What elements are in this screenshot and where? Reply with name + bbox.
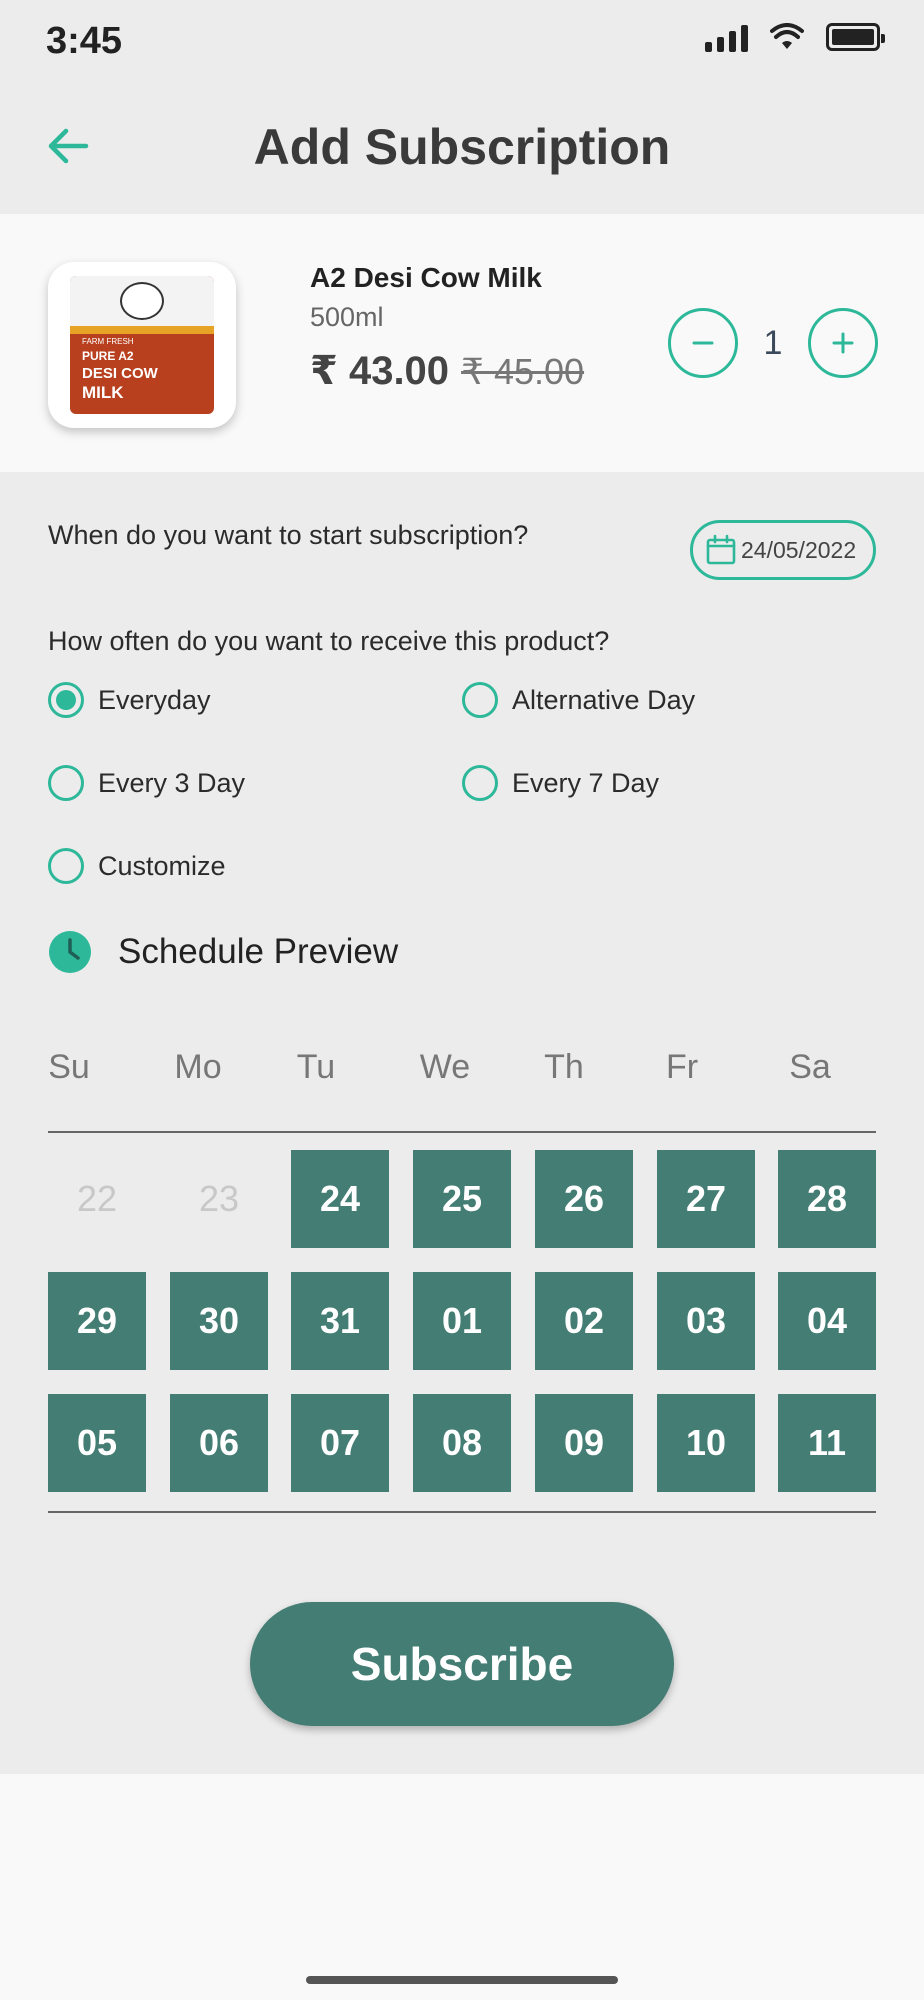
weekday-label: Su (48, 1048, 90, 1086)
product-old-price: ₹ 45.00 (461, 351, 585, 392)
status-time: 3:45 (46, 20, 123, 62)
pack-text-line1: FARM FRESH (82, 337, 134, 346)
option-label: Every 7 Day (512, 767, 660, 798)
clock-icon (49, 931, 91, 973)
option-label: Everyday (98, 684, 211, 715)
calendar-day-scheduled: 30 (170, 1272, 268, 1370)
increment-button[interactable] (808, 308, 878, 378)
option-alternative-day[interactable]: Alternative Day (462, 682, 695, 718)
option-every-7-day[interactable]: Every 7 Day (462, 765, 659, 801)
pack-text-line3: DESI COW (82, 365, 158, 382)
calendar-day-scheduled: 07 (291, 1394, 389, 1492)
calendar-day-inactive: 22 (76, 1178, 118, 1219)
product-price: ₹ 43.00 (310, 349, 450, 393)
calendar-day-scheduled: 25 (413, 1150, 511, 1248)
quantity-stepper: 1 (668, 308, 878, 378)
signal-icon (705, 22, 748, 52)
calendar-day-scheduled: 06 (170, 1394, 268, 1492)
status-bar: 3:45 (0, 0, 924, 88)
calendar-day-scheduled: 29 (48, 1272, 146, 1370)
radio-selected[interactable] (48, 682, 84, 718)
weekday-label: Mo (174, 1048, 222, 1086)
calendar-day-scheduled: 24 (291, 1150, 389, 1248)
weekday-label: Fr (665, 1048, 699, 1086)
weekday-label: Sa (789, 1048, 831, 1086)
home-indicator (306, 1976, 618, 1984)
radio-unselected[interactable] (462, 765, 498, 801)
calendar-day-scheduled: 04 (778, 1272, 876, 1370)
radio-unselected[interactable] (48, 765, 84, 801)
calendar-day-scheduled: 02 (535, 1272, 633, 1370)
subscribe-button[interactable]: Subscribe (250, 1602, 674, 1726)
frequency-question: How often do you want to receive this pr… (48, 626, 610, 656)
calendar-day-scheduled: 10 (657, 1394, 755, 1492)
calendar-day-scheduled: 09 (535, 1394, 633, 1492)
calendar-day-scheduled: 03 (657, 1272, 755, 1370)
option-label: Every 3 Day (98, 767, 246, 798)
calendar-icon (706, 534, 736, 565)
plus-icon (832, 332, 854, 354)
radio-unselected[interactable] (48, 848, 84, 884)
calendar-day-inactive: 23 (198, 1178, 240, 1219)
calendar-day-scheduled: 01 (413, 1272, 511, 1370)
calendar-top-divider (48, 1131, 876, 1133)
minus-icon (692, 341, 714, 345)
bottom-area (0, 1774, 924, 2000)
option-customize[interactable]: Customize (48, 848, 226, 884)
calendar-day-scheduled: 26 (535, 1150, 633, 1248)
calendar-day-scheduled: 31 (291, 1272, 389, 1370)
milk-pack-illustration: FARM FRESH PURE A2 DESI COW MILK (70, 276, 214, 414)
decrement-button[interactable] (668, 308, 738, 378)
calendar-day-scheduled: 08 (413, 1394, 511, 1492)
schedule-title: Schedule Preview (118, 932, 399, 971)
brand-logo (120, 282, 164, 320)
product-size: 500ml (310, 302, 384, 332)
product-card: FARM FRESH PURE A2 DESI COW MILK A2 Desi… (0, 214, 924, 472)
start-date-picker[interactable]: 24/05/2022 (690, 520, 876, 580)
option-label: Customize (98, 850, 226, 881)
radio-unselected[interactable] (462, 682, 498, 718)
price-row: ₹ 43.00 ₹ 45.00 (310, 348, 584, 394)
calendar-day-scheduled: 27 (657, 1150, 755, 1248)
wifi-icon (770, 23, 804, 49)
page-title: Add Subscription (253, 119, 671, 175)
status-icons (705, 22, 885, 52)
start-question: When do you want to start subscription? (48, 520, 529, 550)
product-image: FARM FRESH PURE A2 DESI COW MILK (48, 262, 236, 428)
pack-text-line4: MILK (82, 383, 124, 402)
calendar-day-scheduled: 28 (778, 1150, 876, 1248)
start-date-value: 24/05/2022 (741, 536, 857, 563)
battery-icon (826, 23, 885, 51)
calendar-day-scheduled: 05 (48, 1394, 146, 1492)
option-every-3-day[interactable]: Every 3 Day (48, 765, 245, 801)
calendar-day-scheduled: 11 (778, 1394, 876, 1492)
calendar-bottom-divider (48, 1511, 876, 1513)
pack-text-line2: PURE A2 (82, 349, 134, 363)
option-label: Alternative Day (512, 684, 696, 715)
weekday-label: We (419, 1048, 471, 1086)
product-name: A2 Desi Cow Milk (310, 262, 542, 293)
weekday-label: Th (544, 1048, 584, 1086)
quantity-value: 1 (763, 323, 783, 362)
app-bar: Add Subscription (0, 88, 924, 214)
schedule-header: Schedule Preview (48, 930, 398, 974)
weekday-label: Tu (296, 1048, 336, 1086)
option-everyday[interactable]: Everyday (48, 682, 211, 718)
